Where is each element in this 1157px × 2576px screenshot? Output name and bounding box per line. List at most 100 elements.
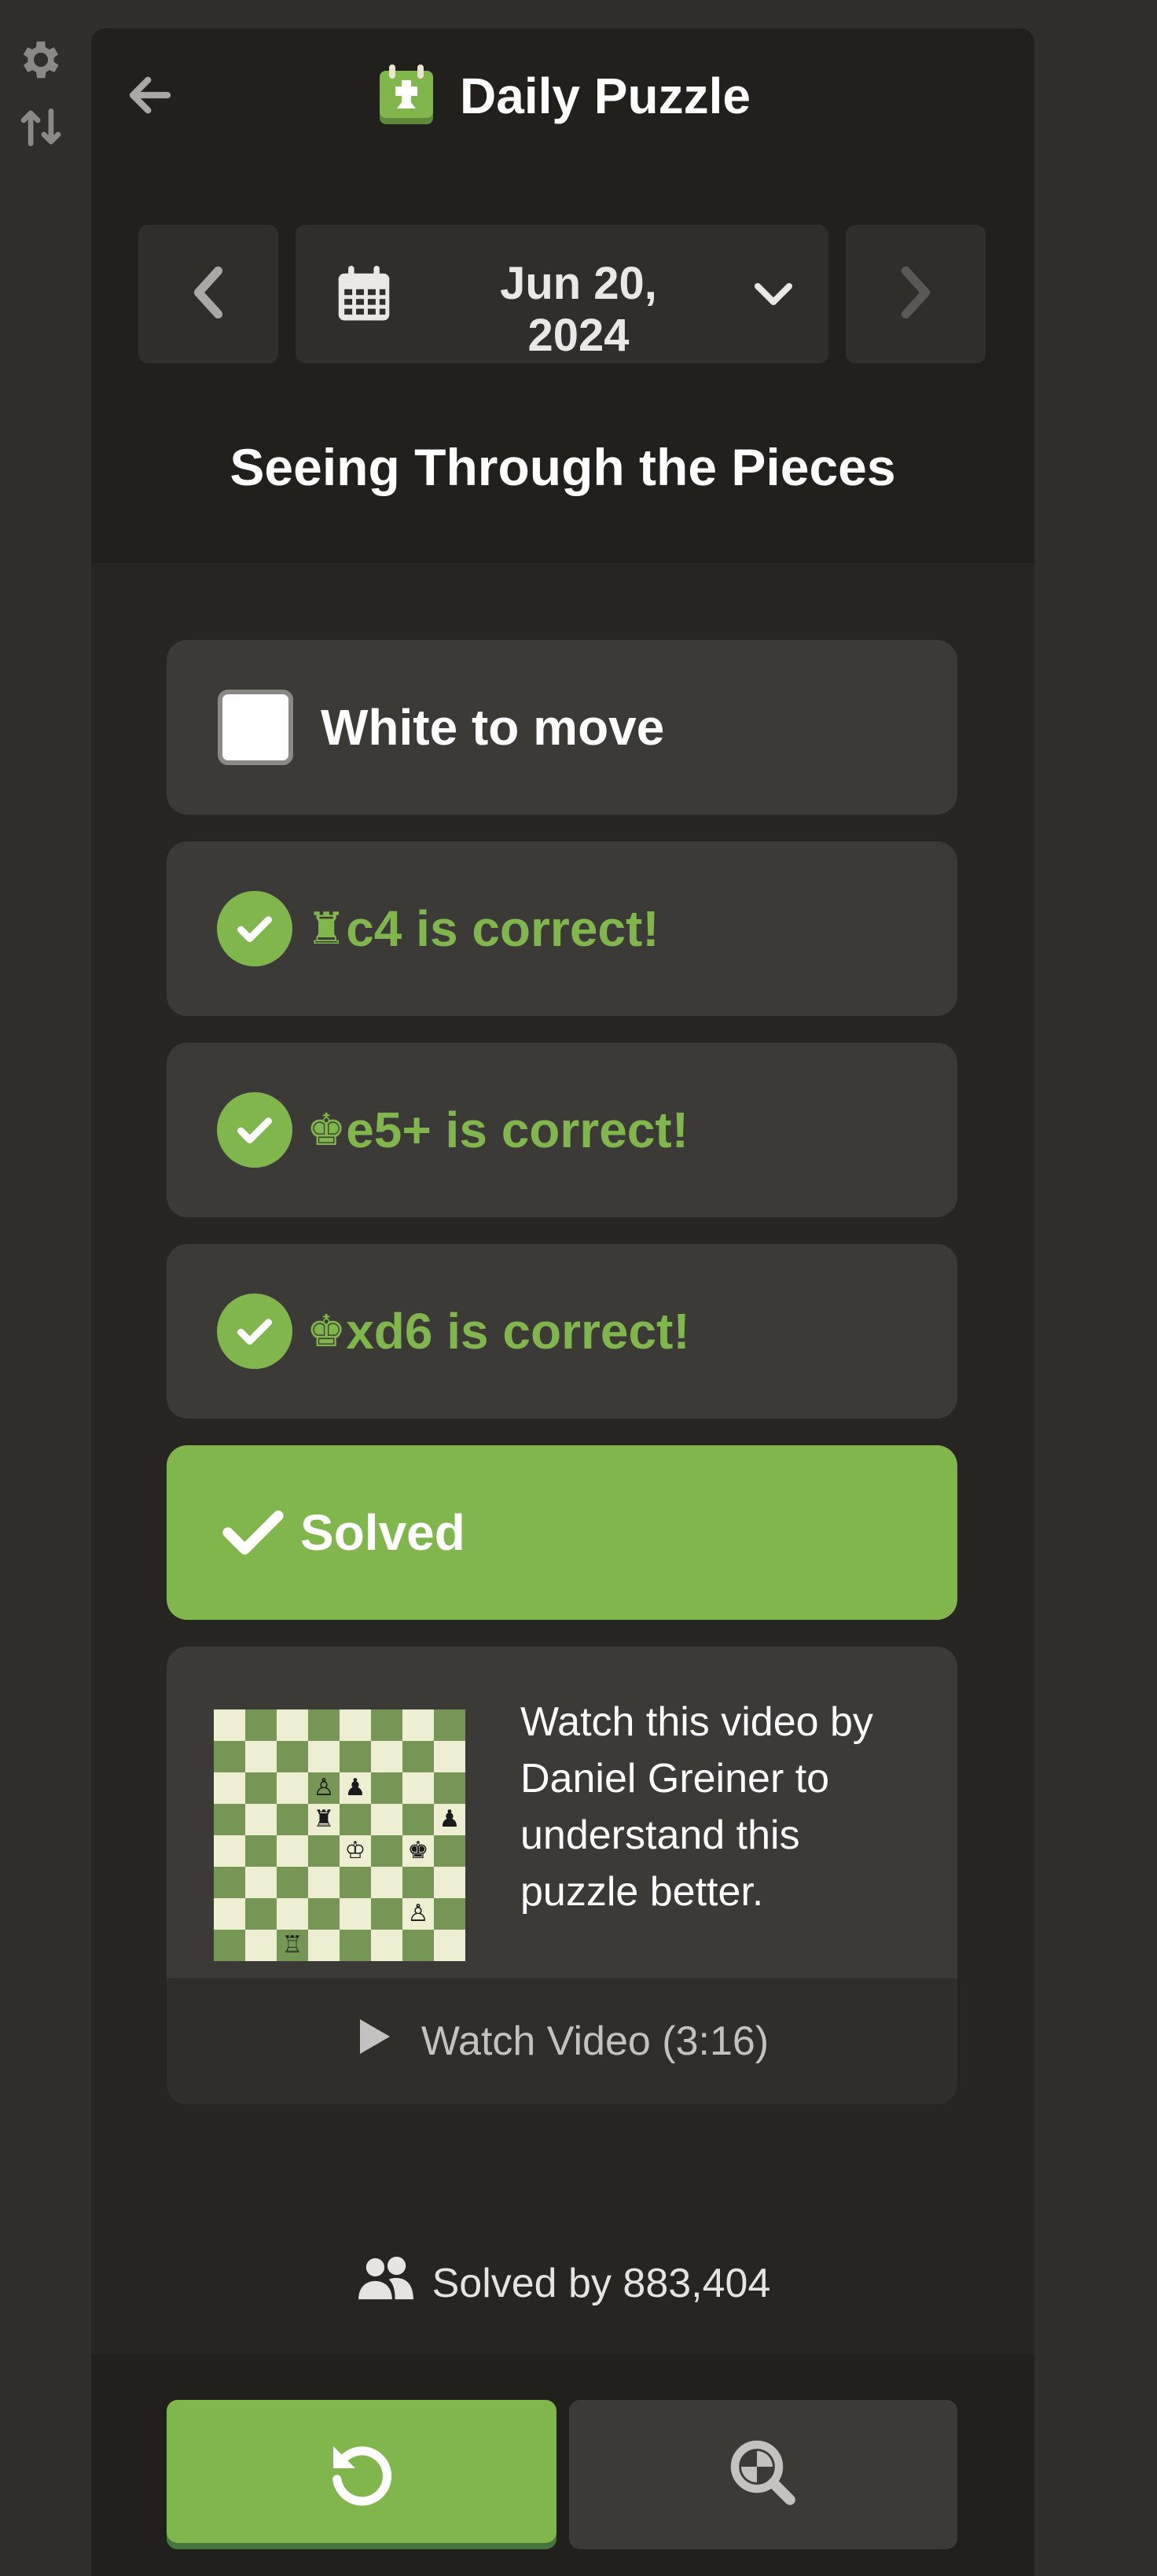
solved-banner: Solved xyxy=(167,1445,957,1620)
chevron-right-icon xyxy=(892,261,939,328)
flip-board-icon[interactable] xyxy=(16,102,66,153)
board-square: ♖ xyxy=(277,1930,308,1961)
board-square xyxy=(308,1930,340,1961)
board-square: ♟ xyxy=(434,1804,465,1835)
board-square: ♚ xyxy=(402,1835,434,1867)
chess-piece: ♙ xyxy=(313,1774,335,1801)
move-feedback-card: ♜ c4 is correct! xyxy=(167,841,957,1016)
board-square xyxy=(371,1741,402,1772)
gear-icon[interactable] xyxy=(16,35,66,85)
board-square xyxy=(214,1772,245,1804)
solved-by-text: Solved by 883,404 xyxy=(432,2260,771,2306)
white-square-icon xyxy=(217,689,294,766)
title-row: Daily Puzzle xyxy=(91,63,1034,129)
board-square xyxy=(245,1867,277,1898)
board-square xyxy=(434,1741,465,1772)
board-square xyxy=(214,1898,245,1930)
to-move-card: White to move xyxy=(167,640,957,815)
board-square xyxy=(434,1930,465,1961)
chevron-left-icon xyxy=(185,261,232,328)
chess-piece: ♟ xyxy=(344,1774,366,1801)
daily-puzzle-panel: Daily Puzzle Jun 20, 2024 Seeing Through… xyxy=(91,28,1034,2576)
chess-piece: ♖ xyxy=(281,1931,303,1959)
board-square xyxy=(308,1835,340,1867)
board-square xyxy=(214,1930,245,1961)
analysis-button[interactable] xyxy=(569,2400,957,2549)
board-square xyxy=(308,1898,340,1930)
daily-puzzle-icon xyxy=(375,61,438,131)
solved-label: Solved xyxy=(300,1504,465,1561)
checkmark-icon xyxy=(222,1507,285,1558)
board-square xyxy=(214,1741,245,1772)
board-square xyxy=(308,1709,340,1741)
board-square xyxy=(402,1741,434,1772)
board-square xyxy=(277,1898,308,1930)
board-square xyxy=(277,1835,308,1867)
board-square xyxy=(434,1709,465,1741)
retry-button[interactable] xyxy=(167,2400,556,2549)
board-square xyxy=(340,1898,371,1930)
move-piece-icon: ♜ xyxy=(307,903,347,955)
puzzle-title: Seeing Through the Pieces xyxy=(230,438,896,496)
video-card[interactable]: ♙ ♟ ♜ ♟ ♔ ♚ ♙ ♖ Watch this video by Daniel Grei… xyxy=(167,1647,957,2104)
chevron-down-icon xyxy=(751,277,795,315)
board-square xyxy=(245,1772,277,1804)
move-piece-icon: ♚ xyxy=(307,1104,347,1156)
board-square xyxy=(277,1741,308,1772)
to-move-label: White to move xyxy=(321,699,665,756)
board-square xyxy=(340,1741,371,1772)
board-square xyxy=(402,1867,434,1898)
board-square xyxy=(214,1804,245,1835)
board-square xyxy=(245,1930,277,1961)
solved-count: Solved by 883,404 xyxy=(91,2254,1034,2313)
board-square xyxy=(402,1804,434,1835)
chess-piece: ♟ xyxy=(439,1805,461,1833)
video-description: Watch this video by Daniel Greiner to un… xyxy=(520,1699,873,1915)
board-square xyxy=(277,1772,308,1804)
previous-day-button[interactable] xyxy=(138,225,278,363)
play-icon xyxy=(355,2016,393,2067)
chess-piece: ♜ xyxy=(313,1805,335,1833)
left-rail xyxy=(0,0,82,2576)
board-square xyxy=(277,1867,308,1898)
move-feedback-card: ♚ xd6 is correct! xyxy=(167,1244,957,1419)
board-square: ♜ xyxy=(308,1804,340,1835)
board-square xyxy=(245,1741,277,1772)
move-feedback-card: ♚ e5+ is correct! xyxy=(167,1043,957,1217)
check-circle-icon xyxy=(217,891,292,966)
watch-video-button[interactable]: Watch Video (3:16) xyxy=(167,1978,957,2104)
next-day-button[interactable] xyxy=(846,225,986,363)
check-circle-icon xyxy=(217,1294,292,1369)
board-square xyxy=(245,1898,277,1930)
move-feedback-text: c4 is correct! xyxy=(346,900,659,957)
selected-date: Jun 20, 2024 xyxy=(500,258,657,361)
board-square xyxy=(340,1867,371,1898)
video-thumbnail-board[interactable]: ♙ ♟ ♜ ♟ ♔ ♚ ♙ ♖ xyxy=(214,1709,465,1961)
check-circle-icon xyxy=(217,1092,292,1168)
board-square xyxy=(371,1898,402,1930)
board-square: ♔ xyxy=(340,1835,371,1867)
analysis-icon xyxy=(725,2435,801,2515)
board-square: ♟ xyxy=(340,1772,371,1804)
board-square xyxy=(277,1804,308,1835)
board-square xyxy=(371,1835,402,1867)
date-picker-button[interactable]: Jun 20, 2024 xyxy=(296,225,828,363)
board-square xyxy=(402,1709,434,1741)
users-icon xyxy=(355,2254,417,2313)
move-feedback-text: e5+ is correct! xyxy=(346,1102,689,1158)
board-square xyxy=(308,1867,340,1898)
board-square xyxy=(277,1709,308,1741)
page-title: Daily Puzzle xyxy=(460,68,751,124)
chess-piece: ♔ xyxy=(344,1837,366,1864)
board-square xyxy=(308,1741,340,1772)
board-square xyxy=(371,1709,402,1741)
retry-icon xyxy=(324,2435,399,2515)
board-square xyxy=(371,1930,402,1961)
board-square xyxy=(245,1804,277,1835)
board-square xyxy=(245,1835,277,1867)
action-bar xyxy=(91,2354,1034,2576)
board-square xyxy=(434,1835,465,1867)
board-square xyxy=(434,1898,465,1930)
board-square xyxy=(371,1772,402,1804)
chess-piece: ♚ xyxy=(407,1837,429,1864)
